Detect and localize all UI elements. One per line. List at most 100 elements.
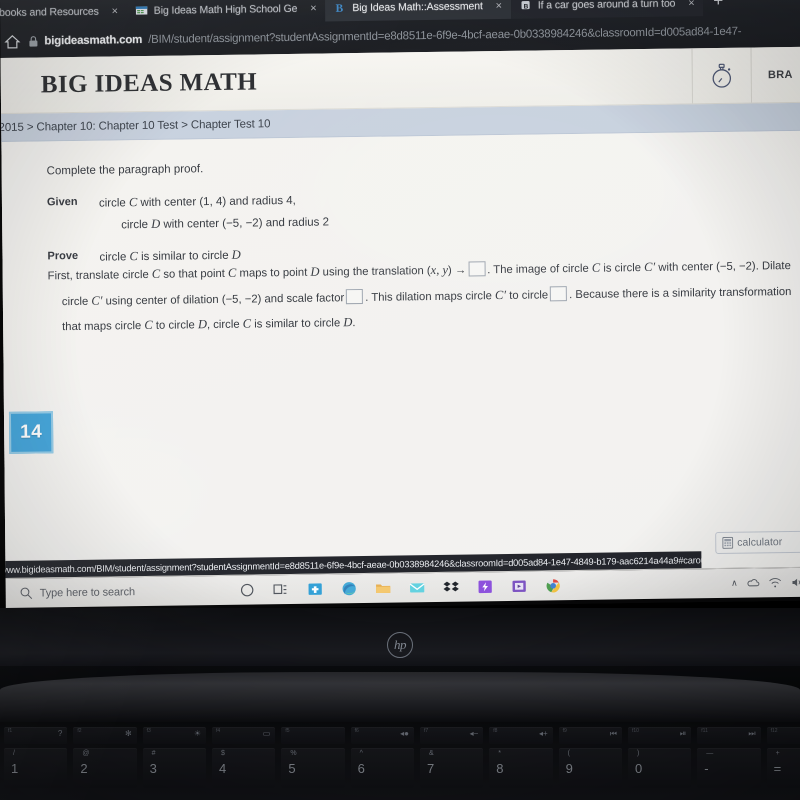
- proof-l3-c1: C: [144, 318, 153, 333]
- home-icon[interactable]: [4, 34, 21, 50]
- key-fn-glyph: ▭: [262, 729, 271, 738]
- key-f12: f12✈: [766, 727, 800, 744]
- taskbar-search[interactable]: Type here to search: [20, 584, 205, 600]
- given-line2-pre: circle: [121, 218, 152, 231]
- key-fn-glyph: ⏭: [748, 729, 756, 738]
- big-ideas-b-icon: B: [336, 3, 344, 15]
- assignment-content: 14 Complete the paragraph proof. Given c…: [0, 130, 800, 579]
- proof-l1-t1: First, translate circle: [47, 268, 152, 283]
- keyboard-function-row: f1? f2 ✻ f3 ☀ f4 ▭ f5 f6 ◂● f7 ◂− f8 ◂+ f9 ⏮ f10 ⏯ f11 ⏭ f12…: [0, 727, 800, 744]
- cortana-circle-icon[interactable]: [239, 581, 256, 598]
- paragraph-proof: First, translate circle C so that point …: [48, 253, 794, 340]
- proof-l1-d1: D: [310, 264, 320, 279]
- given-label: Given: [46, 195, 78, 209]
- onedrive-icon[interactable]: [747, 576, 760, 589]
- browser-tab-2[interactable]: Big Ideas Math High School Ge ×: [127, 0, 326, 24]
- proof-l3-t4: is similar to circle: [251, 317, 344, 331]
- browser-tab-1[interactable]: books and Resources ×: [0, 0, 127, 26]
- proof-l1-t6: . The image of circle: [487, 262, 592, 277]
- proof-l1-c1: C: [151, 266, 161, 281]
- proof-l2-t2: using center of dilation (−5, −2) and sc…: [102, 291, 345, 308]
- big-ideas-math-icon: [135, 6, 148, 15]
- given-line2-circle-d: D: [151, 216, 161, 231]
- key-f9: f9 ⏮: [558, 727, 622, 744]
- proof-l3-t3: , circle: [206, 318, 243, 332]
- file-explorer-icon[interactable]: [375, 580, 392, 597]
- key-fn-label: f10: [631, 728, 639, 734]
- key-f3: f3 ☀: [142, 727, 206, 744]
- key-fn-label: f8: [493, 728, 498, 734]
- mail-icon[interactable]: [409, 579, 426, 596]
- media-player-icon[interactable]: [511, 578, 528, 595]
- key-f1: f1?: [4, 727, 68, 744]
- laptop-screen: books and Resources × Big Ideas Math Hig…: [0, 0, 800, 612]
- key-number: 9: [565, 761, 573, 776]
- key-fn-label: f9: [562, 728, 567, 734]
- key-0: ) 0: [627, 748, 692, 788]
- key-fn-glyph: ⏮: [609, 729, 617, 738]
- microsoft-store-icon[interactable]: [307, 581, 324, 598]
- proof-l1-xy: x, y: [430, 262, 449, 278]
- key-fn-glyph: ◂−: [469, 729, 479, 738]
- key-f10: f10 ⏯: [627, 727, 692, 744]
- stopwatch-icon: [712, 63, 732, 88]
- purple-flash-icon[interactable]: [477, 578, 494, 595]
- proof-l1-t8: with center (−5, −2). Dilate: [655, 259, 791, 274]
- task-view-icon[interactable]: [273, 581, 290, 598]
- proof-l3-t5: .: [352, 317, 356, 330]
- calculator-button[interactable]: calculator: [715, 530, 800, 555]
- key-f8: f8 ◂+: [489, 727, 553, 744]
- key-number: 6: [357, 761, 365, 776]
- tab-label: books and Resources: [0, 5, 99, 19]
- key-number: -: [704, 761, 709, 776]
- key-symbol: —: [706, 750, 714, 757]
- new-tab-button[interactable]: +: [703, 0, 733, 13]
- tab-close-icon[interactable]: ×: [307, 2, 319, 14]
- key-7: & 7: [419, 748, 484, 788]
- breadcrumb[interactable]: C 2015 > Chapter 10: Chapter 10 Test > C…: [0, 118, 270, 134]
- network-icon[interactable]: [769, 576, 782, 589]
- browser-tab-3[interactable]: B Big Ideas Math::Assessment ×: [325, 0, 511, 22]
- key-fn-glyph: ✻: [124, 729, 132, 738]
- laptop-keyboard: f1? f2 ✻ f3 ☀ f4 ▭ f5 f6 ◂● f7 ◂− f8 ◂+ f9 ⏮ f10 ⏯ f11 ⏭ f12…: [0, 722, 800, 800]
- key-2: @2: [73, 748, 137, 788]
- answer-blank-translation[interactable]: [468, 261, 486, 277]
- key-symbol: %: [290, 750, 297, 757]
- answer-blank-image-circle[interactable]: [550, 285, 568, 301]
- tab-close-icon[interactable]: ×: [685, 0, 697, 9]
- key-f2: f2 ✻: [73, 727, 137, 744]
- tab-close-icon[interactable]: ×: [493, 0, 505, 12]
- key-fn-glyph: ◂+: [538, 729, 548, 738]
- key-symbol: ^: [359, 750, 363, 757]
- laptop-palmrest: [0, 672, 800, 724]
- volume-icon[interactable]: [791, 576, 800, 589]
- key-symbol: *: [498, 750, 502, 757]
- proof-l1-c2: C: [227, 265, 237, 280]
- timer-button[interactable]: [691, 47, 752, 104]
- key-f4: f4 ▭: [211, 727, 276, 744]
- key-4: $4: [211, 748, 276, 788]
- tab-close-icon[interactable]: ×: [109, 5, 121, 17]
- calculator-icon: [722, 536, 734, 549]
- proof-l2-t5: . Because there is a similarity transfor…: [569, 285, 792, 301]
- google-chrome-icon[interactable]: [545, 577, 562, 594]
- key-symbol: +: [775, 750, 780, 757]
- key-number: 4: [218, 761, 227, 776]
- taskbar-icons: [239, 577, 562, 599]
- key-symbol: /: [13, 750, 15, 757]
- search-icon: [20, 587, 33, 600]
- tray-caret-icon[interactable]: ∧: [731, 578, 738, 589]
- key-f11: f11 ⏭: [697, 727, 761, 744]
- answer-blank-scale-factor[interactable]: [346, 288, 364, 304]
- key-6: ^ 6: [350, 748, 414, 788]
- key-symbol: $: [220, 750, 225, 757]
- key-f6: f6 ◂●: [350, 727, 414, 744]
- key-number: 5: [288, 761, 296, 776]
- user-name-label: BRA: [767, 68, 793, 81]
- proof-l1-t3: maps to point: [236, 266, 311, 280]
- dropbox-icon[interactable]: [443, 579, 460, 596]
- microsoft-edge-icon[interactable]: [341, 580, 358, 597]
- key-number: 1: [11, 761, 19, 776]
- header-right-controls: BRA: [691, 46, 800, 104]
- user-menu[interactable]: BRA: [750, 46, 800, 103]
